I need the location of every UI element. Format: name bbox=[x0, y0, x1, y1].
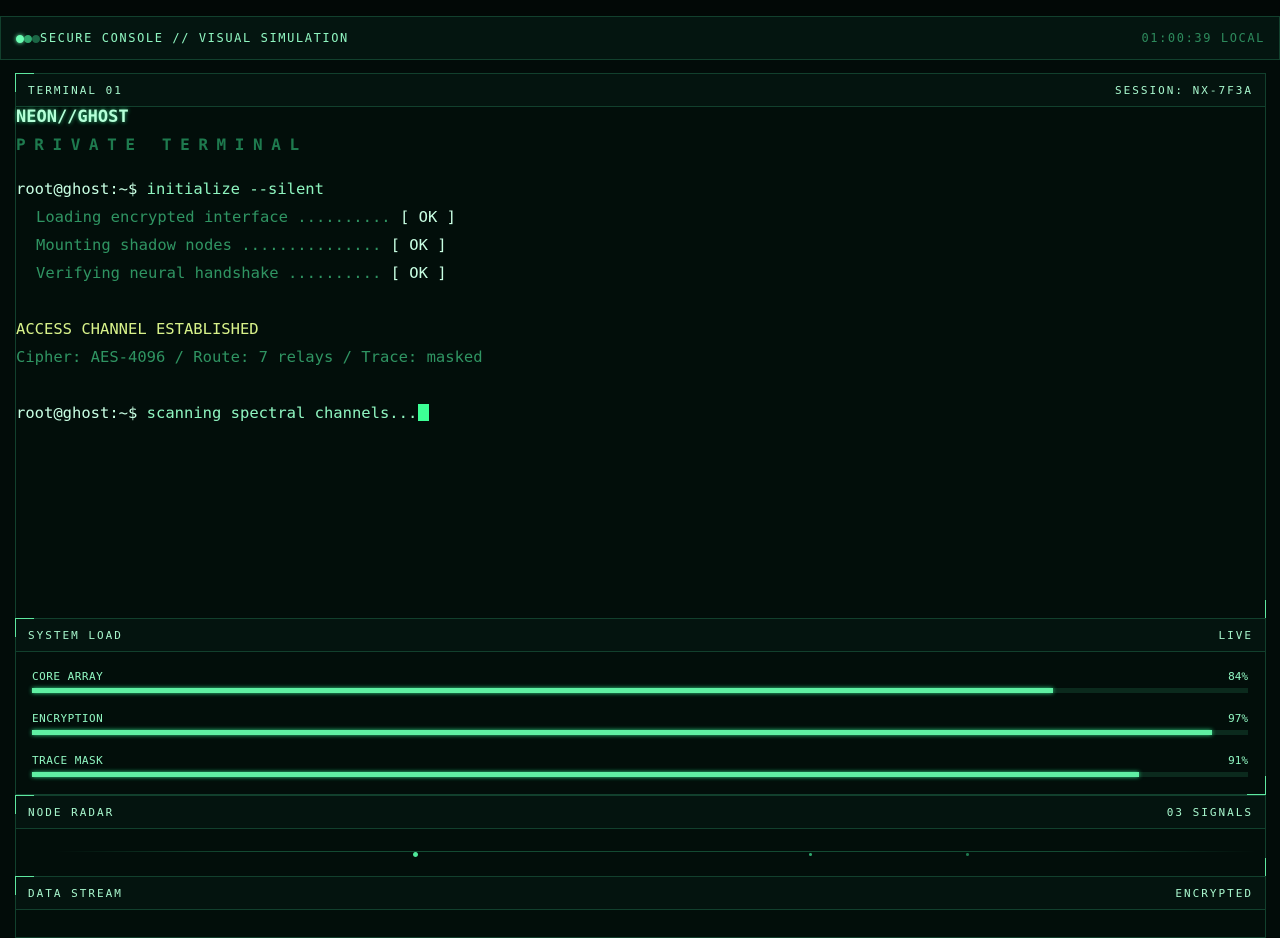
step-text: Verifying neural handshake .......... bbox=[36, 264, 382, 282]
meter-fill bbox=[32, 730, 1212, 735]
meter-value: 97% bbox=[1228, 712, 1248, 725]
status-dots bbox=[16, 35, 42, 43]
corner-bracket bbox=[1247, 776, 1266, 795]
step-status: [ OK ] bbox=[399, 208, 456, 226]
meter-value: 84% bbox=[1228, 670, 1248, 683]
encryption-status: ENCRYPTED bbox=[1175, 887, 1253, 900]
radar-signal-blip bbox=[966, 853, 969, 856]
meter-label: TRACE MASK bbox=[32, 754, 104, 767]
system-load-header: SYSTEM LOAD LIVE bbox=[16, 619, 1265, 652]
terminal-panel-header: TERMINAL 01 SESSION: NX-7F3A bbox=[16, 74, 1265, 107]
command-text: scanning spectral channels... bbox=[146, 404, 418, 422]
node-radar-panel: NODE RADAR 03 SIGNALS bbox=[15, 795, 1266, 877]
terminal-line-step: Verifying neural handshake .......... [ … bbox=[36, 264, 447, 282]
terminal-panel[interactable]: TERMINAL 01 SESSION: NX-7F3A NEON//GHOST… bbox=[15, 73, 1266, 619]
command-text: initialize --silent bbox=[146, 180, 324, 198]
radar-signal-blip bbox=[413, 852, 418, 857]
access-message: ACCESS CHANNEL ESTABLISHED bbox=[16, 320, 259, 338]
shell-prompt: root@ghost:~$ bbox=[16, 404, 138, 422]
live-badge: LIVE bbox=[1218, 629, 1253, 642]
step-text: Loading encrypted interface .......... bbox=[36, 208, 391, 226]
node-radar-header: NODE RADAR 03 SIGNALS bbox=[16, 796, 1265, 829]
step-status: [ OK ] bbox=[390, 264, 447, 282]
meter-value: 91% bbox=[1228, 754, 1248, 767]
top-strip bbox=[0, 0, 1280, 16]
shell-prompt: root@ghost:~$ bbox=[16, 180, 138, 198]
terminal-line-step: Loading encrypted interface .......... [… bbox=[36, 208, 456, 226]
corner-bracket bbox=[1247, 858, 1266, 877]
meter-track bbox=[32, 688, 1248, 693]
meter-fill bbox=[32, 688, 1054, 693]
meter-fill bbox=[32, 772, 1139, 777]
brand-subtitle: PRIVATE TERMINAL bbox=[16, 135, 308, 154]
step-status: [ OK ] bbox=[390, 236, 447, 254]
meter-track bbox=[32, 730, 1248, 735]
system-load-panel: SYSTEM LOAD LIVE CORE ARRAY 84% ENCRYPTI… bbox=[15, 618, 1266, 795]
brand-title: NEON//GHOST bbox=[16, 107, 129, 127]
local-clock: 01:00:39 LOCAL bbox=[1141, 31, 1265, 45]
data-stream-header: DATA STREAM ENCRYPTED bbox=[16, 877, 1265, 910]
status-dot-icon bbox=[24, 35, 32, 43]
data-stream-label: DATA STREAM bbox=[28, 887, 123, 900]
meter-label: ENCRYPTION bbox=[32, 712, 104, 725]
node-radar-label: NODE RADAR bbox=[28, 806, 115, 819]
system-load-label: SYSTEM LOAD bbox=[28, 629, 123, 642]
signal-count: 03 SIGNALS bbox=[1166, 806, 1253, 819]
status-dot-icon bbox=[32, 35, 40, 43]
terminal-line-command: root@ghost:~$ scanning spectral channels… bbox=[16, 404, 430, 422]
session-id: SESSION: NX-7F3A bbox=[1115, 84, 1253, 97]
console-title: SECURE CONSOLE // VISUAL SIMULATION bbox=[40, 31, 349, 45]
data-stream-panel: DATA STREAM ENCRYPTED bbox=[15, 876, 1266, 938]
corner-bracket bbox=[1247, 600, 1266, 619]
cursor-icon bbox=[418, 404, 430, 421]
radar-signal-blip bbox=[809, 853, 812, 856]
meter-label: CORE ARRAY bbox=[32, 670, 104, 683]
radar-sweep-line bbox=[56, 851, 1256, 852]
meter-track bbox=[32, 772, 1248, 777]
console-header: SECURE CONSOLE // VISUAL SIMULATION 01:0… bbox=[0, 16, 1280, 60]
connection-details: Cipher: AES-4096 / Route: 7 relays / Tra… bbox=[16, 348, 483, 366]
status-dot-icon bbox=[16, 35, 24, 43]
terminal-line-command: root@ghost:~$ initialize --silent bbox=[16, 180, 324, 198]
step-text: Mounting shadow nodes ............... bbox=[36, 236, 382, 254]
terminal-label: TERMINAL 01 bbox=[28, 84, 123, 97]
terminal-line-step: Mounting shadow nodes ............... [ … bbox=[36, 236, 447, 254]
